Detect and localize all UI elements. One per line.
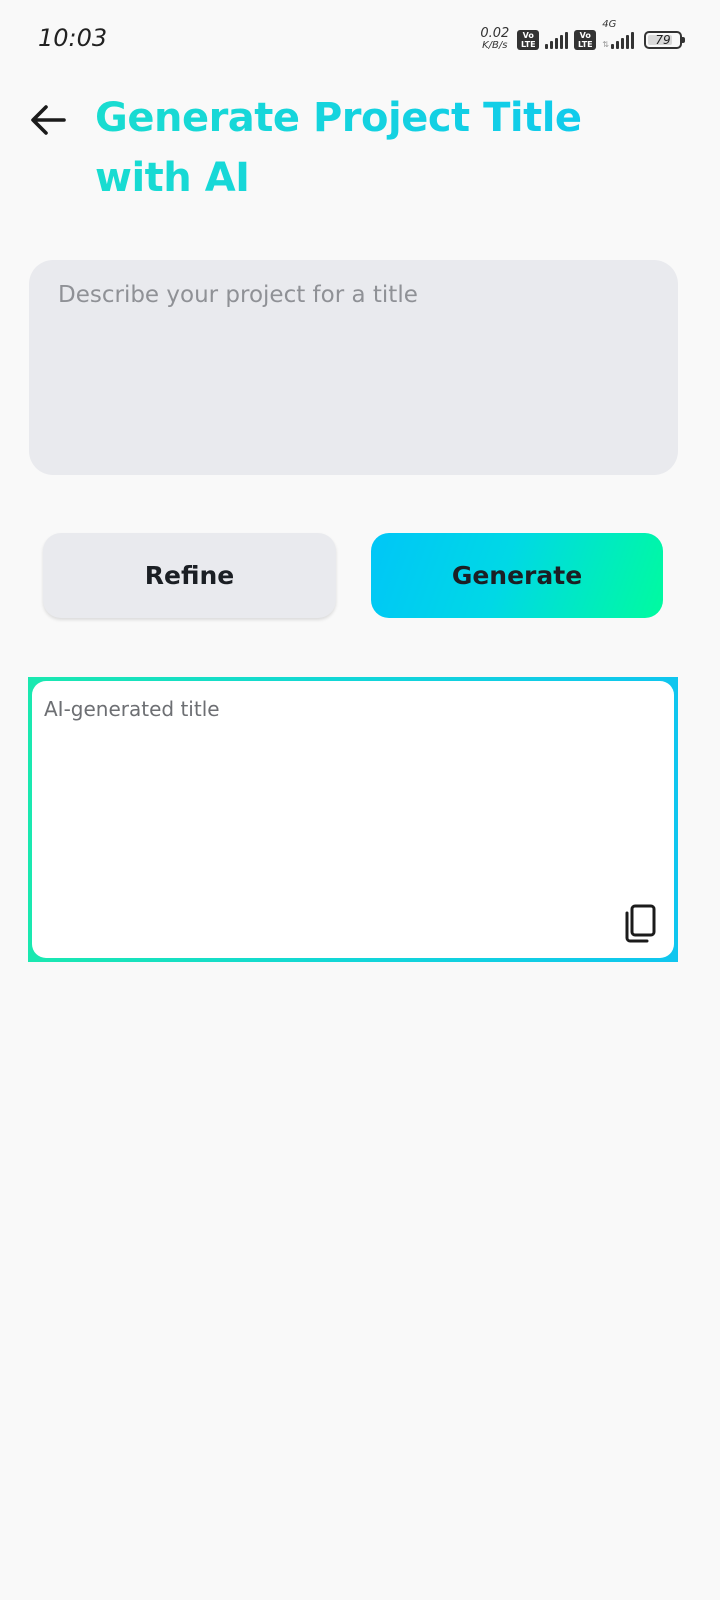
status-icons: 0.02 K/B/s Vo LTE Vo LTE 4G ⇅ 79	[480, 19, 685, 54]
volte-icon: Vo LTE	[574, 30, 597, 50]
ai-generated-title-output[interactable]	[32, 681, 674, 958]
network-speed-unit: K/B/s	[482, 40, 508, 51]
signal-strength-icon	[545, 31, 569, 49]
back-button[interactable]	[24, 96, 72, 144]
status-bar: 10:03 0.02 K/B/s Vo LTE Vo LTE 4G ⇅ 79	[0, 0, 720, 80]
network-type-label: 4G	[602, 19, 617, 30]
copy-button[interactable]	[620, 902, 660, 946]
ai-title-output-frame	[28, 677, 678, 962]
refine-button[interactable]: Refine	[43, 533, 336, 618]
network-speed: 0.02 K/B/s	[480, 26, 510, 52]
copy-icon	[625, 904, 656, 943]
volte-icon: Vo LTE	[517, 30, 540, 50]
signal-4g-icon: 4G ⇅	[602, 19, 634, 49]
project-description-input[interactable]	[29, 260, 678, 475]
battery-icon: 79	[644, 31, 685, 49]
arrow-left-icon	[31, 105, 66, 135]
data-activity-icon: ⇅	[602, 40, 609, 49]
generate-button[interactable]: Generate	[371, 533, 663, 618]
description-input-container	[29, 260, 678, 475]
network-speed-value: 0.02	[480, 26, 510, 41]
ai-title-output-container	[32, 681, 674, 958]
battery-percent: 79	[655, 33, 671, 47]
page-title: Generate Project Title with AI	[95, 88, 655, 208]
status-time: 10:03	[38, 24, 108, 52]
